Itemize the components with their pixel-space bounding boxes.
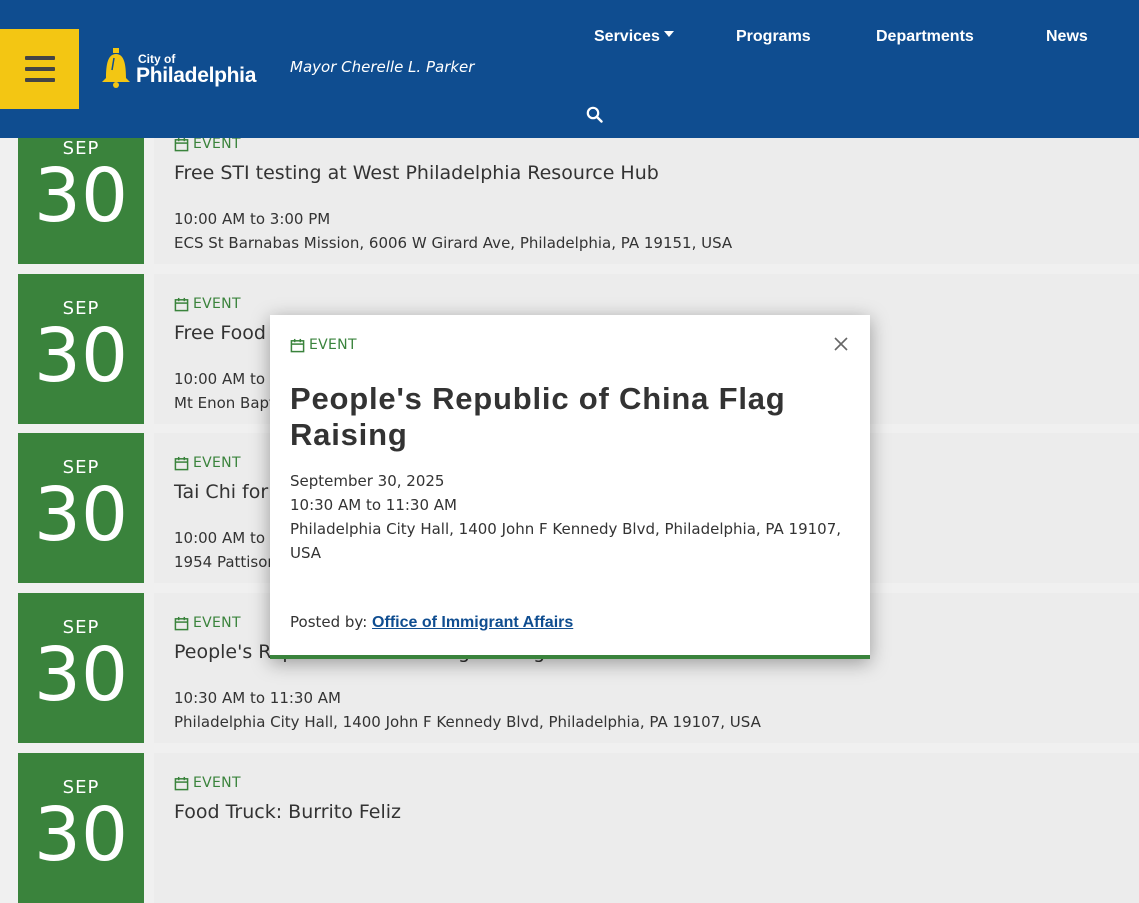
event-tag-label: EVENT: [193, 615, 241, 631]
modal-tag-label: EVENT: [309, 337, 357, 353]
search-icon[interactable]: [586, 106, 603, 123]
event-day: 30: [33, 632, 129, 718]
liberty-bell-icon: [102, 48, 130, 88]
event-address: Philadelphia City Hall, 1400 John F Kenn…: [174, 713, 761, 731]
event-day: 30: [33, 472, 129, 558]
event-time: 10:00 AM to 2: [174, 370, 280, 388]
event-tag: EVENT: [174, 455, 241, 471]
mayor-name: Mayor Cherelle L. Parker: [290, 58, 475, 76]
event-title-link[interactable]: Food Truck: Burrito Feliz: [174, 801, 401, 823]
event-tag: EVENT: [174, 615, 241, 631]
event-title-link[interactable]: Tai Chi for: [174, 481, 268, 503]
calendar-icon: [174, 616, 189, 630]
modal-address: Philadelphia City Hall, 1400 John F Kenn…: [290, 520, 842, 562]
close-icon[interactable]: [832, 335, 850, 353]
event-tag-label: EVENT: [193, 455, 241, 471]
event-tag-label: EVENT: [193, 775, 241, 791]
event-tag: EVENT: [174, 296, 241, 312]
menu-button[interactable]: [0, 29, 79, 109]
event-time: 10:00 AM to 3:00 PM: [174, 210, 331, 228]
date-box: SEP 30: [18, 433, 144, 583]
caret-down-icon: [663, 31, 674, 37]
date-box: SEP 30: [18, 274, 144, 424]
modal-date: September 30, 2025: [290, 472, 445, 490]
event-day: 30: [33, 153, 129, 239]
event-address: ECS St Barnabas Mission, 6006 W Girard A…: [174, 234, 733, 252]
nav-programs[interactable]: Programs: [736, 28, 811, 46]
date-box: SEP 30: [18, 753, 144, 903]
event-modal: EVENT People's Republic of China Flag Ra…: [270, 315, 870, 659]
modal-posted-by: Posted by: Office of Immigrant Affairs: [290, 613, 573, 632]
modal-time: 10:30 AM to 11:30 AM: [290, 496, 457, 514]
calendar-icon: [174, 297, 189, 311]
posted-by-label: Posted by:: [290, 613, 368, 631]
calendar-icon: [174, 456, 189, 470]
nav-services[interactable]: Services: [594, 28, 674, 46]
calendar-icon: [290, 338, 305, 352]
event-tag: EVENT: [174, 775, 241, 791]
city-logo[interactable]: City of Philadelphia: [98, 46, 258, 90]
event-day: 30: [33, 313, 129, 399]
event-address: Mt Enon Bapt: [174, 394, 275, 412]
calendar-icon: [174, 137, 189, 151]
event-tag: EVENT: [174, 136, 241, 152]
event-title-link[interactable]: Free STI testing at West Philadelphia Re…: [174, 162, 659, 184]
modal-title: People's Republic of China Flag Raising: [290, 381, 786, 452]
posted-by-link[interactable]: Office of Immigrant Affairs: [372, 614, 573, 631]
calendar-icon: [174, 776, 189, 790]
site-header: City of Philadelphia Mayor Cherelle L. P…: [0, 0, 1139, 138]
event-row[interactable]: SEP 30 EVENT Food Truck: Burrito Feliz: [18, 753, 1139, 903]
logo-big-text: Philadelphia: [136, 64, 257, 87]
modal-details: September 30, 2025 10:30 AM to 11:30 AM …: [290, 469, 850, 565]
event-tag-label: EVENT: [193, 296, 241, 312]
nav-departments[interactable]: Departments: [876, 28, 974, 46]
event-time: 10:00 AM to 1: [174, 529, 280, 547]
event-title-link[interactable]: Free Food: [174, 322, 266, 344]
nav-news[interactable]: News: [1046, 28, 1088, 46]
event-time: 10:30 AM to 11:30 AM: [174, 689, 341, 707]
hamburger-icon: [24, 56, 55, 82]
date-box: SEP 30: [18, 593, 144, 743]
nav-services-label: Services: [594, 28, 660, 45]
event-tag-label: EVENT: [193, 136, 241, 152]
modal-tag: EVENT: [290, 337, 357, 353]
event-address: 1954 Pattison: [174, 553, 277, 571]
event-card[interactable]: EVENT Food Truck: Burrito Feliz: [154, 753, 1139, 903]
event-day: 30: [33, 792, 129, 878]
